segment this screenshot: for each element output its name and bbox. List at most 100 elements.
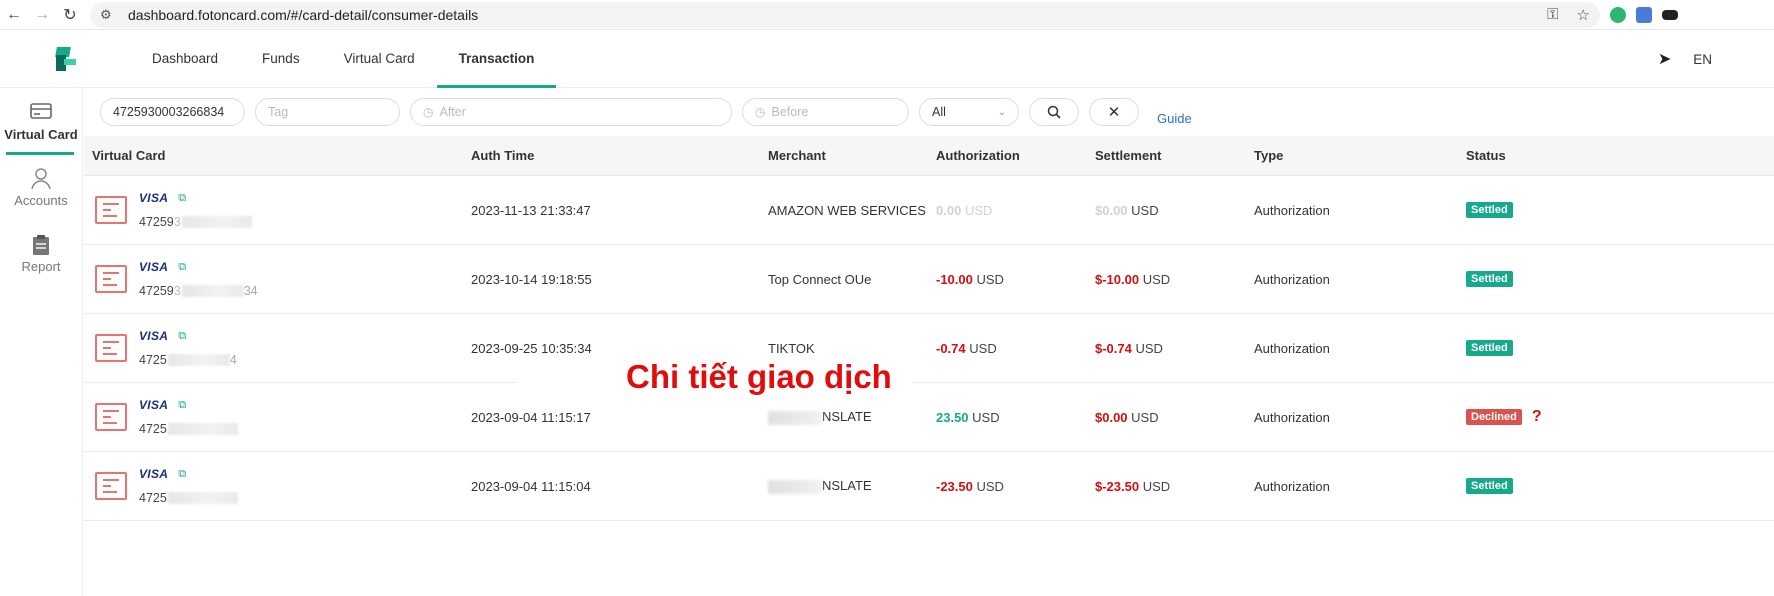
status-badge: Settled [1466, 340, 1513, 356]
guide-link[interactable]: Guide [1157, 111, 1192, 126]
virtual-card-cell: VISA ⧉ 4725 [84, 398, 471, 436]
user-icon [31, 168, 51, 190]
extension-icon[interactable] [1662, 9, 1678, 20]
card-detail-icon[interactable] [95, 403, 127, 431]
visa-logo-icon: VISA [139, 398, 169, 412]
card-number-input[interactable]: 4725930003266834 [100, 98, 245, 126]
card-meta: VISA ⧉ 4725 [139, 467, 238, 505]
status-select[interactable]: All ⌄ [919, 98, 1019, 126]
settlement-currency: USD [1131, 409, 1159, 425]
chevron-down-icon: ⌄ [997, 106, 1006, 118]
sidebar-item-label: Virtual Card [4, 127, 78, 142]
table-row[interactable]: VISA ⧉ 47259 3 34 2023-10-14 19:18:55 Top Conn… [84, 245, 1774, 314]
reload-icon[interactable]: ↻ [56, 5, 84, 25]
card-number-prefix: 4725 [139, 491, 167, 505]
address-bar[interactable]: ⚙ dashboard.fotoncard.com/#/card-detail/… [90, 1, 1600, 28]
credit-card-icon [30, 102, 52, 124]
table-row[interactable]: VISA ⧉ 4725 4 2023-09-25 10:35:34 TIKTOK -0.74… [84, 314, 1774, 383]
card-detail-icon[interactable] [95, 334, 127, 362]
copy-icon[interactable]: ⧉ [178, 399, 186, 412]
telegram-icon[interactable]: ➤ [1658, 49, 1671, 69]
back-icon[interactable]: ← [0, 6, 28, 24]
authorization-currency: USD [964, 202, 993, 218]
app-header: Dashboard Funds Virtual Card Transaction… [0, 30, 1774, 88]
site-settings-icon[interactable]: ⚙ [100, 7, 118, 23]
sidebar-item-virtual-card[interactable]: Virtual Card [0, 89, 82, 155]
copy-icon[interactable]: ⧉ [178, 468, 186, 481]
tab-virtual-card[interactable]: Virtual Card [322, 30, 437, 88]
virtual-card-cell: VISA ⧉ 4725 [84, 467, 471, 505]
sidebar-item-accounts[interactable]: Accounts [0, 155, 82, 221]
status-select-value: All [932, 105, 946, 119]
url-text[interactable]: dashboard.fotoncard.com/#/card-detail/co… [128, 7, 1529, 23]
overlay-caption: Chi tiết giao dịch [518, 354, 912, 400]
merchant: NSLATE [768, 478, 936, 494]
authorization-value: 23.50 [936, 409, 969, 425]
table-row[interactable]: VISA ⧉ 47259 3 2023-11-13 21:33:47 AMAZON WEB… [84, 176, 1774, 245]
transaction-type: Authorization [1254, 202, 1330, 218]
visa-logo-icon: VISA [139, 329, 169, 343]
forward-icon[interactable]: → [28, 6, 56, 24]
status-badge: Settled [1466, 478, 1513, 494]
settlement-value: $-23.50 [1095, 478, 1140, 494]
auth-time: 2023-09-04 11:15:17 [471, 409, 591, 425]
table-row[interactable]: VISA ⧉ 4725 2023-09-04 11:15:17 NSLATE 23.50 … [84, 383, 1774, 452]
redaction-blur [768, 479, 822, 494]
settlement-currency: USD [1135, 340, 1163, 356]
authorization-amount: -0.74 USD [936, 341, 1095, 356]
authorization-amount: 23.50 USD [936, 410, 1095, 425]
card-brand-line: VISA ⧉ [139, 260, 258, 274]
top-navigation: Dashboard Funds Virtual Card Transaction [130, 30, 557, 88]
key-icon[interactable]: ⚿ [1547, 6, 1558, 23]
redaction-blur [167, 354, 230, 366]
visa-logo-icon: VISA [139, 467, 169, 481]
sidebar-item-report[interactable]: Report [0, 221, 82, 287]
column-header: Merchant [768, 148, 826, 163]
after-date-picker[interactable]: ◷ After [410, 98, 732, 126]
copy-icon[interactable]: ⧉ [178, 330, 186, 343]
settlement-currency: USD [1142, 271, 1171, 287]
transaction-type: Authorization [1254, 409, 1330, 425]
sidebar: Virtual Card Accounts Report [0, 89, 83, 596]
authorization-value: 0.00 [936, 202, 962, 218]
card-number-prefix: 47259 [139, 284, 174, 298]
table-row[interactable]: VISA ⧉ 4725 2023-09-04 11:15:04 NSLATE -23.50… [84, 452, 1774, 521]
tab-dashboard[interactable]: Dashboard [130, 30, 240, 88]
authorization-currency: USD [972, 409, 1000, 425]
sidebar-item-label: Accounts [14, 193, 68, 208]
tab-funds[interactable]: Funds [240, 30, 322, 88]
tab-transaction[interactable]: Transaction [436, 30, 557, 88]
clear-button[interactable]: ✕ [1089, 98, 1139, 126]
grammarly-extension-icon[interactable] [1610, 6, 1626, 23]
before-date-picker[interactable]: ◷ Before [742, 98, 909, 126]
card-detail-icon[interactable] [95, 196, 127, 224]
clock-icon: ◷ [423, 105, 434, 119]
auth-time: 2023-10-14 19:18:55 [471, 271, 592, 287]
search-icon [1047, 105, 1061, 119]
tag-input[interactable]: Tag [255, 98, 400, 126]
masked-card-number: 4725 [139, 422, 238, 436]
copy-icon[interactable]: ⧉ [178, 192, 186, 205]
settlement-currency: USD [1131, 202, 1159, 218]
authorization-currency: USD [976, 478, 1004, 494]
search-button[interactable] [1029, 98, 1079, 126]
before-placeholder: Before [771, 105, 809, 119]
language-switcher[interactable]: EN [1693, 52, 1712, 67]
copy-icon[interactable]: ⧉ [178, 261, 186, 274]
status-badge: Settled [1466, 202, 1513, 218]
bookmark-star-icon[interactable]: ☆ [1577, 6, 1590, 24]
authorization-currency: USD [969, 340, 997, 356]
help-icon[interactable]: ? [1532, 408, 1542, 426]
column-header: Status [1466, 148, 1506, 163]
fotoncard-logo-icon[interactable] [55, 46, 78, 71]
column-header: Type [1254, 148, 1284, 163]
status-cell: Declined? [1466, 408, 1666, 426]
visa-logo-icon: VISA [139, 191, 169, 205]
authorization-currency: USD [976, 271, 1004, 287]
card-detail-icon[interactable] [95, 265, 127, 293]
card-detail-icon[interactable] [95, 472, 127, 500]
column-header: Virtual Card [92, 148, 166, 163]
masked-card-number: 4725 [139, 491, 238, 505]
card-meta: VISA ⧉ 47259 3 [139, 191, 252, 229]
translate-extension-icon[interactable] [1636, 6, 1652, 23]
